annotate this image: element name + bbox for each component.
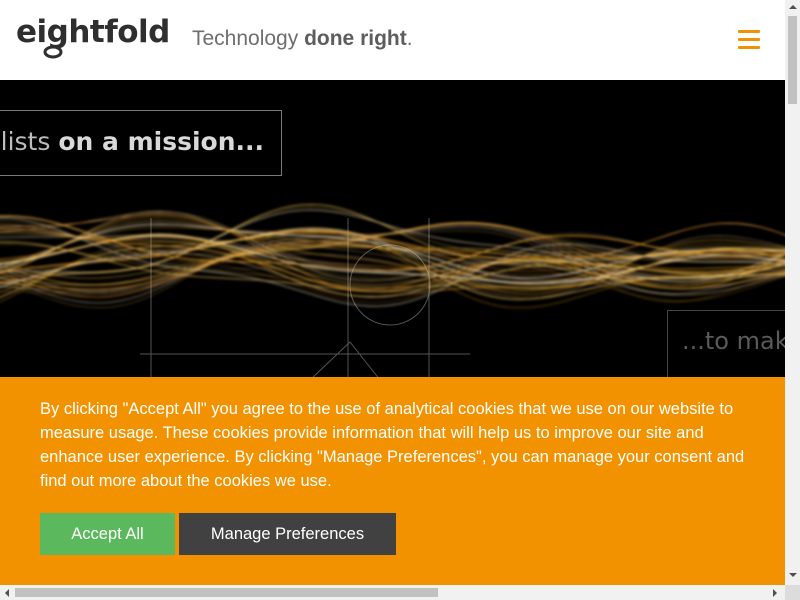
scrollbar-corner xyxy=(785,585,800,600)
mission-regular: alists xyxy=(0,127,51,156)
site-header: eightfold Technology done right. xyxy=(0,0,785,80)
make-heading: ...to mak xyxy=(682,327,785,355)
site-tagline: Technology done right. xyxy=(192,27,413,51)
logo-ring-icon xyxy=(43,46,63,59)
scroll-left-arrow-icon[interactable] xyxy=(5,589,9,597)
scroll-right-arrow-icon[interactable] xyxy=(773,589,777,597)
horizontal-scroll-thumb[interactable] xyxy=(15,588,438,597)
mission-heading: alists on a mission... xyxy=(0,127,264,156)
mission-bold: on a mission... xyxy=(58,127,264,156)
hamburger-menu-icon[interactable] xyxy=(738,30,760,50)
cookie-message: By clicking "Accept All" you agree to th… xyxy=(40,400,745,490)
scroll-down-arrow-icon[interactable] xyxy=(789,573,797,577)
tagline-end: . xyxy=(406,27,413,50)
mission-box: alists on a mission... xyxy=(0,110,282,176)
accept-all-button[interactable]: Accept All xyxy=(40,513,175,555)
manage-preferences-button[interactable]: Manage Preferences xyxy=(179,513,396,555)
cookie-consent-banner: By clicking "Accept All" you agree to th… xyxy=(0,377,785,585)
wave-strands xyxy=(0,203,785,309)
tagline-regular: Technology xyxy=(192,27,305,50)
scroll-up-arrow-icon[interactable] xyxy=(789,5,797,9)
logo-text: eightfold xyxy=(16,14,170,50)
eightfold-logo[interactable]: eightfold xyxy=(16,14,170,59)
vertical-scrollbar[interactable] xyxy=(785,0,800,585)
horizontal-scrollbar[interactable] xyxy=(0,585,785,600)
vertical-scroll-thumb[interactable] xyxy=(788,16,797,104)
make-box: ...to mak xyxy=(667,310,785,381)
tagline-bold: done right xyxy=(304,27,407,50)
